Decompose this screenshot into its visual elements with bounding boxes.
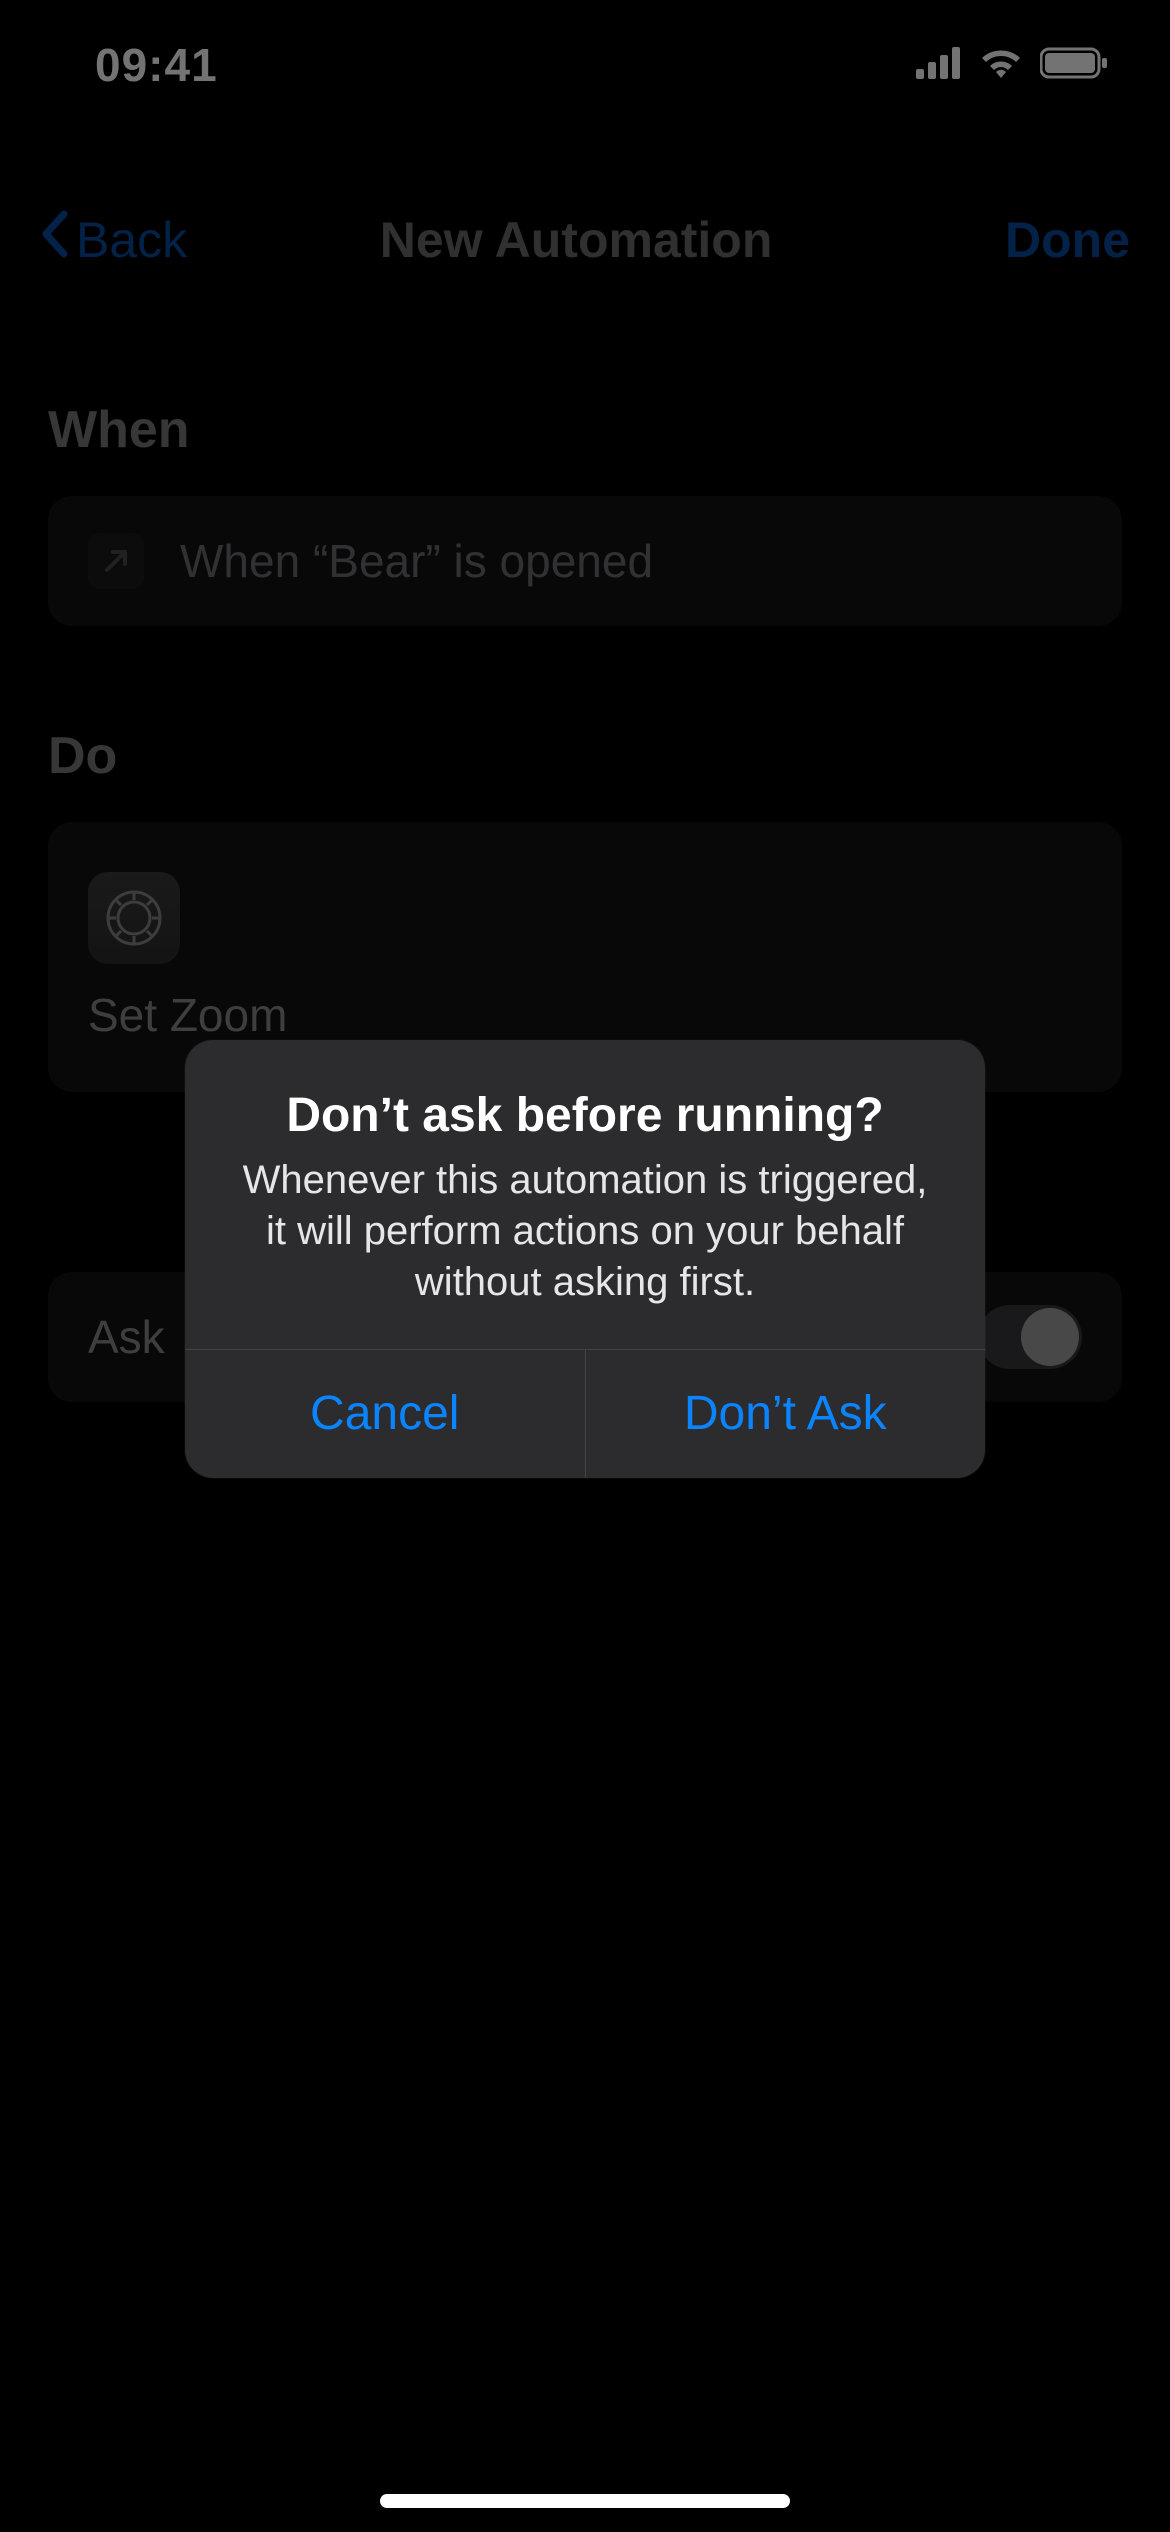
confirmation-alert: Don’t ask before running? Whenever this … [185,1040,985,1478]
dont-ask-button[interactable]: Don’t Ask [585,1350,986,1478]
home-indicator[interactable] [380,2494,790,2508]
alert-message: Whenever this automation is triggered, i… [229,1155,941,1309]
alert-title: Don’t ask before running? [229,1088,941,1143]
cancel-button[interactable]: Cancel [185,1350,585,1478]
alert-overlay: Don’t ask before running? Whenever this … [0,0,1170,2532]
